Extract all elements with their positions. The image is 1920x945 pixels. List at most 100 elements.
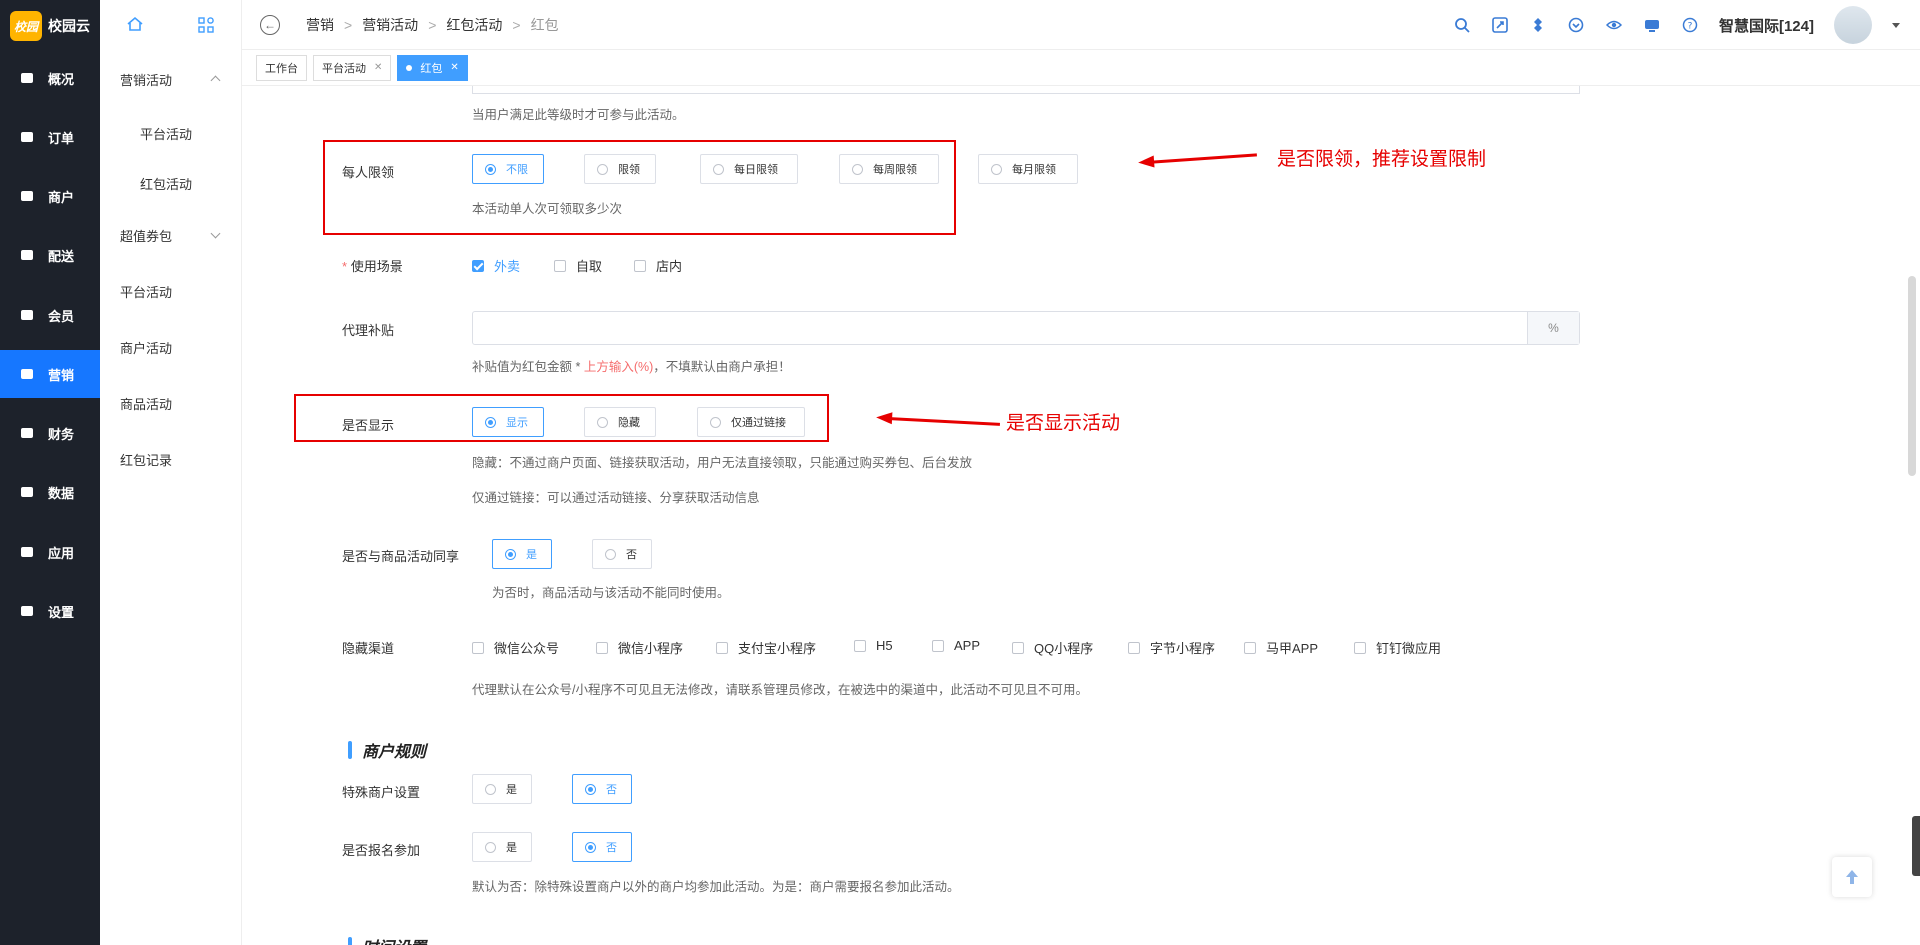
subnav-item-4[interactable]: 平台活动	[100, 276, 241, 306]
apps-grid-icon[interactable]	[197, 16, 215, 37]
signup-radio-0[interactable]: 是	[472, 832, 532, 862]
nav-item-2[interactable]: 商户	[0, 172, 100, 220]
nav-item-0[interactable]: 概况	[0, 54, 100, 102]
subnav-item-6[interactable]: 商品活动	[100, 388, 241, 418]
active-dot-icon	[406, 64, 413, 71]
user-name[interactable]: 智慧国际[124]	[1719, 15, 1814, 36]
subsidy-label: 代理补贴	[342, 323, 395, 338]
subnav-item-1[interactable]: 平台活动	[100, 118, 241, 148]
chevron-down-icon	[210, 228, 221, 239]
level-hint: 当用户满足此等级时才可参与此活动。	[472, 108, 685, 122]
scene-checkbox-2[interactable]: 店内	[634, 256, 682, 275]
subsidy-input-field[interactable]	[473, 312, 1527, 344]
special-merchant-radio-0[interactable]: 是	[472, 774, 532, 804]
channel-checkbox-7[interactable]: 马甲APP	[1244, 638, 1318, 657]
annotation-box-display	[294, 394, 829, 442]
subnav-item-label: 红包记录	[120, 452, 173, 468]
checkbox-label: 店内	[656, 259, 683, 274]
refresh-icon[interactable]	[1529, 16, 1547, 34]
chevron-down-icon[interactable]	[1892, 22, 1900, 28]
tab-workbench[interactable]: 工作台	[256, 54, 307, 81]
tab-label: 工作台	[265, 62, 298, 75]
tab-platform-activity[interactable]: 平台活动 ✕	[313, 54, 392, 81]
subsidy-input[interactable]: %	[472, 311, 1580, 345]
scene-checkbox-0[interactable]: 外卖	[472, 256, 520, 275]
back-icon[interactable]: ←	[260, 14, 280, 35]
checkbox-label: 微信小程序	[618, 641, 684, 656]
subnav-item-label: 平台活动	[120, 284, 173, 300]
channel-checkbox-5[interactable]: QQ小程序	[1012, 638, 1093, 657]
breadcrumb-current: 红包	[530, 16, 559, 33]
scene-label: * 使用场景	[342, 259, 403, 274]
download-icon[interactable]	[1567, 16, 1585, 34]
nav-item-1[interactable]: 订单	[0, 113, 100, 161]
level-select[interactable]	[472, 86, 1580, 94]
main-sidebar: 校园 校园云 概况订单商户配送会员营销财务数据应用设置	[0, 0, 100, 945]
nav-item-3[interactable]: 配送	[0, 231, 100, 279]
channel-checkbox-3[interactable]: H5	[854, 638, 893, 653]
avatar[interactable]	[1834, 6, 1872, 44]
nav-item-6[interactable]: 财务	[0, 409, 100, 457]
member-icon	[20, 308, 34, 322]
fullscreen-icon[interactable]	[1491, 16, 1509, 34]
scene-checkbox-1[interactable]: 自取	[554, 256, 602, 275]
nav-item-4[interactable]: 会员	[0, 291, 100, 339]
subnav-item-5[interactable]: 商户活动	[100, 332, 241, 362]
side-widget[interactable]	[1912, 816, 1920, 876]
radio-circle-icon	[505, 548, 516, 560]
top-header: ← 营销 > 营销活动 > 红包活动 > 红包 ? 智慧国际[124]	[242, 0, 1920, 50]
share-hint: 为否时，商品活动与该活动不能同时使用。	[492, 586, 730, 600]
signup-radio-1[interactable]: 否	[572, 832, 632, 862]
share-label: 是否与商品活动同享	[342, 549, 460, 564]
radio-label: 否	[606, 784, 617, 796]
home-icon[interactable]	[126, 15, 144, 38]
nav-item-7[interactable]: 数据	[0, 468, 100, 516]
radio-label: 是	[506, 784, 517, 796]
channel-checkbox-8[interactable]: 钉钉微应用	[1354, 638, 1441, 657]
share-radio-1[interactable]: 否	[592, 539, 652, 569]
nav-item-label: 概况	[48, 71, 75, 87]
breadcrumb-item[interactable]: 营销活动	[362, 15, 418, 35]
channel-checkbox-0[interactable]: 微信公众号	[472, 638, 559, 657]
tab-red-packet[interactable]: 红包 ✕	[397, 54, 468, 81]
channel-checkbox-1[interactable]: 微信小程序	[596, 638, 683, 657]
checkbox-icon	[1012, 641, 1024, 654]
svg-text:?: ?	[1688, 22, 1693, 32]
subnav-item-label: 红包活动	[140, 176, 193, 192]
channel-checkbox-6[interactable]: 字节小程序	[1128, 638, 1215, 657]
subnav-item-2[interactable]: 红包活动	[100, 168, 241, 198]
radio-label: 否	[626, 549, 637, 561]
share-radio-0[interactable]: 是	[492, 539, 552, 569]
close-icon[interactable]: ✕	[450, 62, 458, 73]
subnav-item-3[interactable]: 超值券包	[100, 220, 241, 250]
nav-item-8[interactable]: 应用	[0, 528, 100, 576]
monitor-icon[interactable]	[1643, 16, 1661, 34]
channel-checkbox-2[interactable]: 支付宝小程序	[716, 638, 816, 657]
checkbox-icon	[554, 259, 566, 272]
checkbox-label: 自取	[576, 259, 603, 274]
subnav-item-label: 商户活动	[120, 340, 173, 356]
nav-item-label: 订单	[48, 130, 75, 146]
eye-icon[interactable]	[1605, 16, 1623, 34]
nav-item-9[interactable]: 设置	[0, 587, 100, 635]
section-bar	[348, 741, 352, 759]
limit-radio-4[interactable]: 每月限领	[978, 154, 1078, 184]
subnav-item-7[interactable]: 红包记录	[100, 444, 241, 474]
special-merchant-radio-1[interactable]: 否	[572, 774, 632, 804]
nav-item-label: 营销	[48, 367, 75, 383]
nav-item-5[interactable]: 营销	[0, 350, 100, 398]
annotation-arrow-display	[889, 417, 1001, 426]
help-icon[interactable]: ?	[1681, 16, 1699, 34]
scrollbar[interactable]	[1908, 276, 1916, 476]
breadcrumb-item[interactable]: 营销	[306, 15, 334, 35]
back-to-top-button[interactable]	[1832, 857, 1872, 897]
annotation-limit-text: 是否限领，推荐设置限制	[1277, 149, 1487, 170]
breadcrumb-item[interactable]: 红包活动	[446, 15, 502, 35]
breadcrumb-separator: >	[344, 16, 353, 33]
search-icon[interactable]	[1453, 16, 1471, 34]
subnav-item-0[interactable]: 营销活动	[100, 64, 241, 94]
close-icon[interactable]: ✕	[374, 62, 382, 73]
channel-checkbox-4[interactable]: APP	[932, 638, 980, 653]
checkbox-label: 字节小程序	[1150, 641, 1216, 656]
app-logo[interactable]: 校园 校园云	[0, 0, 100, 52]
